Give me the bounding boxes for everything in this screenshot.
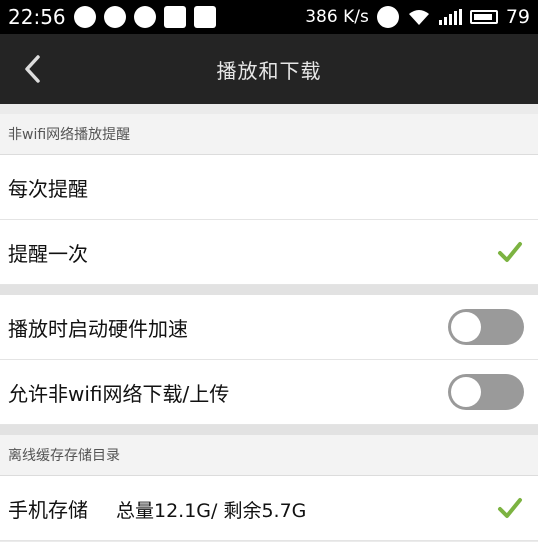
section-header-nonwifi-play: 非wifi网络播放提醒	[0, 114, 538, 155]
title-bar: 播放和下载	[0, 34, 538, 104]
sync-icon	[73, 6, 96, 28]
storage-label: 手机存储	[8, 497, 88, 522]
toggle-label: 播放时启动硬件加速	[8, 316, 188, 341]
wifi-icon	[408, 10, 429, 25]
battery-icon	[469, 10, 498, 24]
hardware-acceleration-toggle[interactable]	[448, 309, 524, 345]
option-label: 每次提醒	[8, 176, 88, 201]
option-label: 提醒一次	[8, 241, 88, 266]
section-divider	[0, 425, 538, 435]
status-bar: 22:56 386 K/s 79	[0, 0, 538, 34]
image-icon	[163, 6, 186, 28]
option-remind-once[interactable]: 提醒一次	[0, 220, 538, 285]
storage-option-phone[interactable]: 手机存储 总量12.1G/ 剩余5.7G	[0, 476, 538, 541]
toggle-knob	[451, 312, 481, 342]
page-title: 播放和下载	[216, 58, 322, 83]
toggle-knob	[451, 377, 481, 407]
option-remind-every-time[interactable]: 每次提醒	[0, 155, 538, 220]
sync-icon	[133, 6, 156, 28]
status-time: 22:56	[8, 5, 66, 29]
nonwifi-transfer-toggle[interactable]	[448, 374, 524, 410]
toggle-row-hardware-acceleration: 播放时启动硬件加速	[0, 295, 538, 360]
checkmark-icon	[496, 238, 524, 266]
section-divider	[0, 285, 538, 295]
storage-detail: 总量12.1G/ 剩余5.7G	[116, 499, 307, 522]
alarm-icon	[376, 6, 399, 28]
back-button[interactable]	[10, 46, 56, 92]
storage-info: 手机存储 总量12.1G/ 剩余5.7G	[8, 494, 306, 523]
clipboard-icon	[193, 6, 216, 28]
status-left: 22:56	[8, 5, 216, 29]
battery-level: 79	[505, 6, 530, 28]
checkmark-icon	[496, 494, 524, 522]
top-spacer	[0, 104, 538, 114]
network-speed: 386 K/s	[305, 7, 369, 27]
section-header-offline-cache: 离线缓存存储目录	[0, 435, 538, 476]
toggle-label: 允许非wifi网络下载/上传	[8, 381, 230, 406]
signal-icon	[438, 9, 462, 25]
chevron-left-icon	[25, 55, 40, 83]
toggle-row-nonwifi-transfer: 允许非wifi网络下载/上传	[0, 360, 538, 425]
status-right: 386 K/s 79	[305, 6, 530, 28]
check-circle-icon	[103, 6, 126, 28]
